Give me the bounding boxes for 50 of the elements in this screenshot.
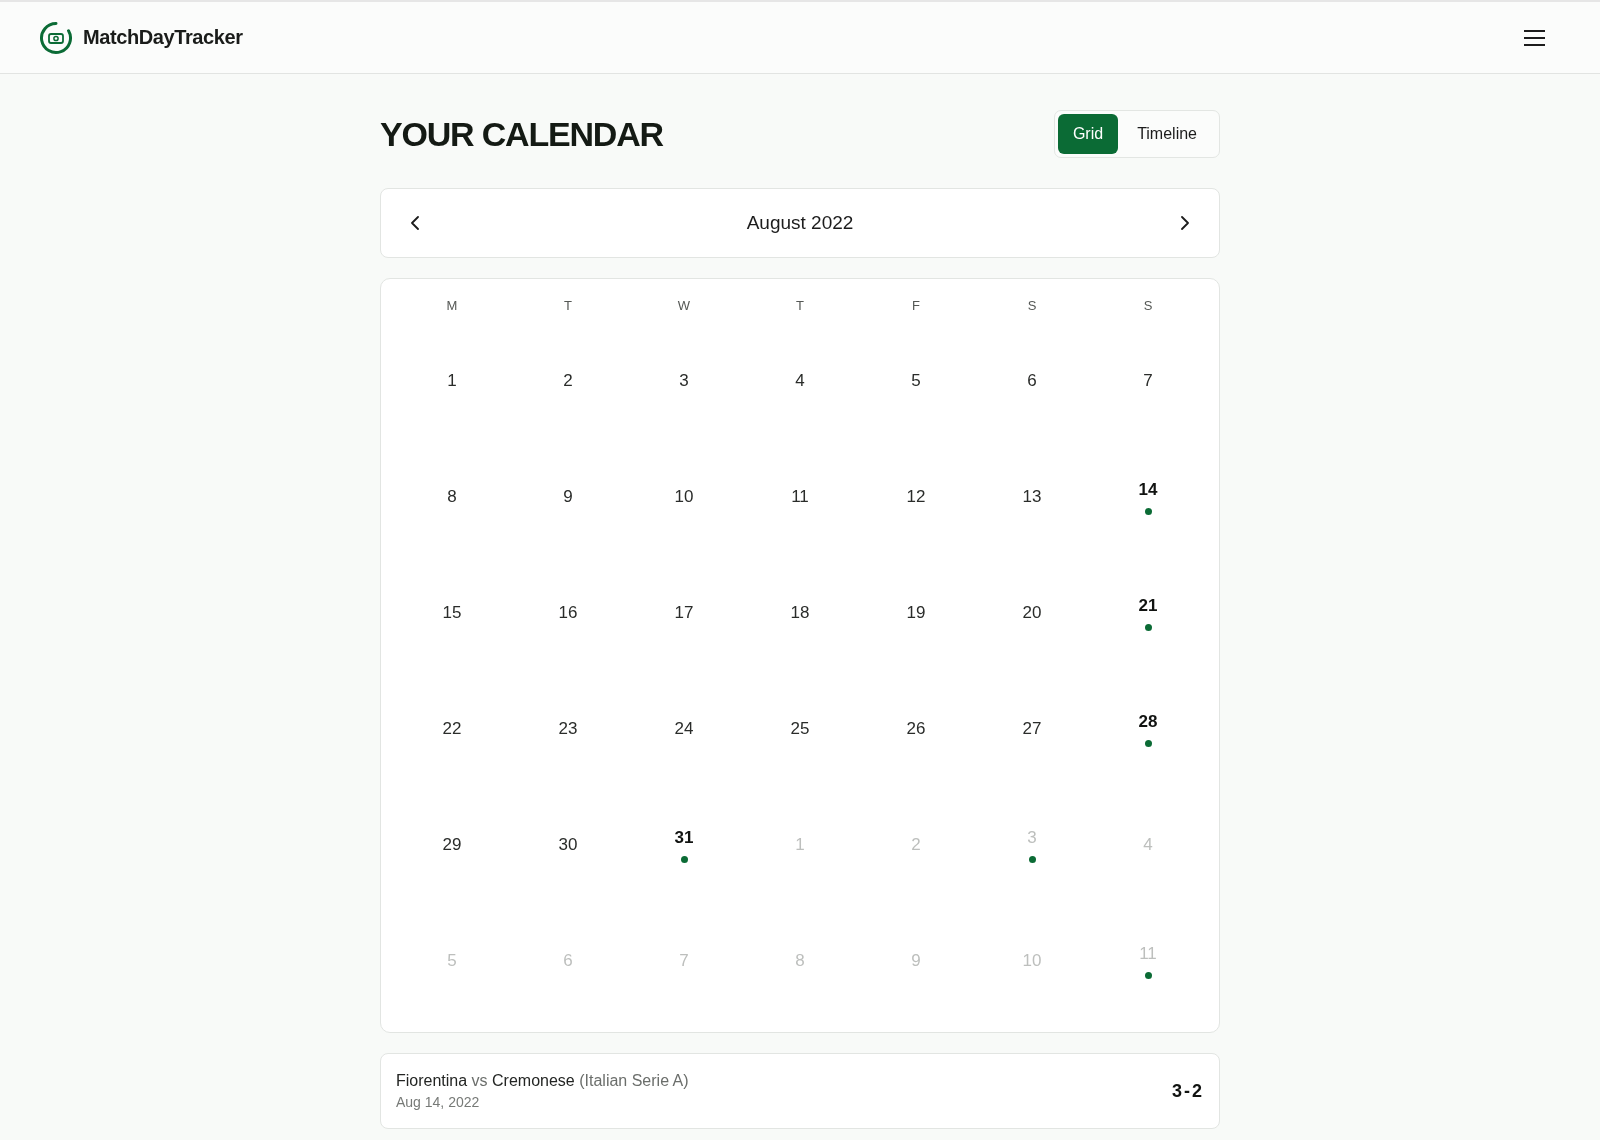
- chevron-left-icon: [410, 216, 420, 230]
- calendar-day[interactable]: 17: [674, 603, 694, 623]
- weekday-label: W: [677, 297, 691, 313]
- brand-name: MatchDayTracker: [83, 26, 243, 49]
- calendar-day[interactable]: 18: [790, 603, 810, 623]
- calendar-day[interactable]: 15: [442, 603, 462, 623]
- page-title: YOUR CALENDAR: [380, 114, 663, 154]
- calendar-day[interactable]: 6: [1027, 371, 1037, 391]
- calendar-day[interactable]: 11: [791, 487, 809, 507]
- calendar-day[interactable]: 19: [906, 603, 926, 623]
- match-title: Fiorentina vs Cremonese (Italian Serie A): [396, 1071, 689, 1091]
- weekday-label: T: [796, 297, 804, 313]
- calendar-day[interactable]: 12: [906, 487, 926, 507]
- calendar-day[interactable]: 25: [790, 719, 810, 739]
- calendar-day[interactable]: 21: [1138, 595, 1158, 616]
- calendar-day[interactable]: 29: [442, 835, 462, 855]
- calendar-day[interactable]: 5: [911, 371, 921, 391]
- weekday-label: F: [912, 297, 920, 313]
- view-toggle-button[interactable]: Grid: [1057, 114, 1119, 154]
- chevron-right-icon: [1180, 216, 1190, 230]
- calendar-day[interactable]: 13: [1022, 487, 1042, 507]
- calendar-day[interactable]: 22: [442, 719, 462, 739]
- calendar-day[interactable]: 4: [795, 371, 805, 391]
- weekday-label: S: [1027, 297, 1037, 313]
- calendar-day[interactable]: 24: [674, 719, 694, 739]
- view-toggle-button[interactable]: Timeline: [1118, 114, 1216, 154]
- weekday-label: S: [1143, 297, 1153, 313]
- calendar-day[interactable]: 30: [558, 835, 578, 855]
- calendar-day[interactable]: 3: [679, 371, 689, 391]
- calendar-day[interactable]: 28: [1138, 711, 1158, 732]
- calendar-day[interactable]: 7: [1143, 371, 1153, 391]
- weekday-label: M: [446, 297, 458, 313]
- calendar-day[interactable]: 20: [1022, 603, 1042, 623]
- logo-icon: [39, 20, 73, 55]
- calendar-day[interactable]: 16: [558, 603, 578, 623]
- calendar-day[interactable]: 9: [563, 487, 573, 507]
- calendar-day[interactable]: 23: [558, 719, 578, 739]
- calendar-day[interactable]: 1: [447, 371, 457, 391]
- calendar-day[interactable]: 8: [447, 487, 457, 507]
- calendar-day[interactable]: 26: [906, 719, 926, 739]
- match-date: Aug 14, 2022: [396, 1094, 481, 1111]
- menu-icon: [1524, 29, 1545, 46]
- calendar-day[interactable]: 31: [674, 827, 694, 848]
- calendar-day[interactable]: 14: [1138, 479, 1158, 500]
- calendar-day[interactable]: 10: [674, 487, 694, 507]
- match-score: 3-2: [1172, 1080, 1204, 1102]
- calendar-day[interactable]: 2: [563, 371, 573, 391]
- month-label: August 2022: [746, 212, 854, 234]
- calendar-day[interactable]: 27: [1022, 719, 1042, 739]
- weekday-label: T: [564, 297, 572, 313]
